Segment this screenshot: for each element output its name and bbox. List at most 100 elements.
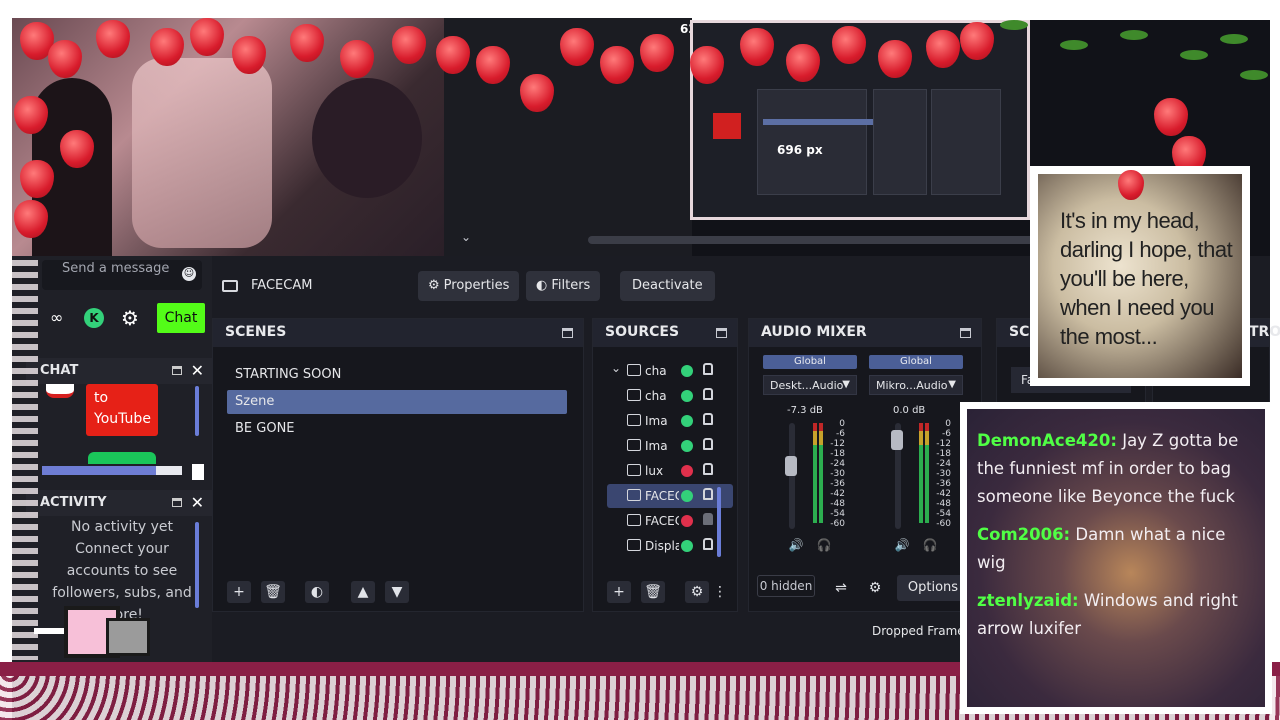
- audio-device-select[interactable]: Mikro...Audio ▼: [869, 375, 963, 395]
- db-scale-tick: -60: [936, 519, 951, 529]
- activity-dock-title: ACTIVITY: [40, 495, 107, 510]
- dropped-frames-status: Dropped Frames: [872, 624, 971, 638]
- gear-icon[interactable]: ⚙: [121, 306, 139, 330]
- mixer-settings-icon[interactable]: ⇌: [829, 577, 853, 599]
- add-source-button[interactable]: +: [607, 581, 631, 603]
- popout-icon[interactable]: [172, 366, 182, 375]
- source-name: cha: [645, 389, 667, 403]
- popout-icon[interactable]: [562, 328, 573, 338]
- trash-icon[interactable]: 🗑: [261, 581, 285, 603]
- volume-fader-knob[interactable]: [785, 455, 797, 476]
- chevron-down-icon[interactable]: ⌄: [611, 361, 621, 375]
- source-name: FACEC: [645, 514, 679, 528]
- headphones-icon[interactable]: 🎧: [921, 538, 939, 554]
- unlock-icon[interactable]: [703, 438, 713, 450]
- scene-item-selected[interactable]: Szene: [227, 390, 567, 414]
- popout-icon[interactable]: [172, 498, 182, 507]
- eye-icon[interactable]: [681, 415, 693, 427]
- source-item[interactable]: FACEC: [607, 509, 733, 533]
- eye-icon[interactable]: [681, 365, 693, 377]
- connect-button[interactable]: [88, 452, 156, 464]
- speaker-icon[interactable]: 🔊: [893, 538, 911, 554]
- unlock-icon[interactable]: [703, 488, 713, 500]
- eye-icon[interactable]: [681, 390, 693, 402]
- more-icon[interactable]: ⋮: [713, 581, 727, 603]
- source-name: Ima: [645, 439, 668, 453]
- lyrics-polaroid: It's in my head, darling I hope, that yo…: [1030, 166, 1250, 386]
- scene-item[interactable]: BE GONE: [227, 417, 567, 441]
- audio-device-select[interactable]: Deskt...Audio ▼: [763, 375, 857, 395]
- volume-fader-knob[interactable]: [891, 429, 903, 450]
- unlock-icon[interactable]: [703, 538, 713, 550]
- unlock-icon[interactable]: [703, 413, 713, 425]
- stream-chat-overlay: DemonAce420: Jay Z gotta be the funniest…: [960, 402, 1272, 714]
- options-button[interactable]: Options: [897, 575, 969, 601]
- chat-button[interactable]: Chat: [157, 303, 205, 333]
- preview-horizontal-scrollbar[interactable]: [588, 236, 1058, 244]
- db-scale-tick: -18: [830, 449, 845, 459]
- trash-icon[interactable]: 🗑: [641, 581, 665, 603]
- source-item[interactable]: lux: [607, 459, 733, 483]
- unlock-icon[interactable]: [703, 463, 713, 475]
- scene-item[interactable]: STARTING SOON: [227, 363, 567, 387]
- popout-icon[interactable]: [716, 328, 727, 338]
- source-item[interactable]: FACEC: [607, 484, 733, 508]
- db-scale-tick: -36: [936, 479, 951, 489]
- gear-icon[interactable]: ⚙: [685, 581, 709, 603]
- lock-icon[interactable]: [703, 513, 713, 525]
- scenes-title: SCENES: [225, 324, 287, 340]
- eye-icon[interactable]: [681, 540, 693, 552]
- db-scale-tick: -42: [830, 489, 845, 499]
- gear-icon[interactable]: ⚙: [863, 577, 887, 599]
- source-item[interactable]: ⌄ cha: [607, 359, 733, 383]
- eye-hidden-icon[interactable]: [681, 465, 693, 477]
- mini-size-label: 696 px: [777, 143, 823, 157]
- link-icon[interactable]: ∞: [50, 308, 63, 327]
- popout-icon[interactable]: [960, 328, 971, 338]
- camera-icon: [627, 514, 641, 526]
- audio-mixer-header: AUDIO MIXER: [749, 319, 981, 347]
- close-icon[interactable]: ✕: [191, 361, 204, 380]
- add-scene-button[interactable]: +: [227, 581, 251, 603]
- resize-handle[interactable]: [192, 464, 204, 480]
- eye-icon[interactable]: [681, 490, 693, 502]
- close-icon[interactable]: ✕: [191, 493, 204, 512]
- filter-icon[interactable]: ◐: [305, 581, 329, 603]
- properties-button[interactable]: ⚙ Properties: [418, 271, 520, 301]
- volume-fader-track[interactable]: [789, 423, 795, 529]
- sources-scrollbar[interactable]: [717, 487, 721, 557]
- source-item[interactable]: Displa: [607, 534, 733, 558]
- hidden-sources-button[interactable]: 0 hidden: [757, 575, 815, 597]
- speaker-icon[interactable]: 🔊: [787, 538, 805, 554]
- level-meter: [813, 423, 817, 523]
- eye-hidden-icon[interactable]: [681, 515, 693, 527]
- globe-icon: [627, 389, 641, 401]
- source-item[interactable]: Ima: [607, 409, 733, 433]
- move-up-icon[interactable]: ▲: [351, 581, 375, 603]
- selected-source-name: FACECAM: [251, 278, 313, 293]
- unlock-icon[interactable]: [703, 388, 713, 400]
- send-message-input[interactable]: Send a message ☺: [42, 260, 202, 290]
- source-item[interactable]: Ima: [607, 434, 733, 458]
- volume-db-readout: 0.0 dB: [893, 405, 926, 416]
- chat-dock-scrollbar[interactable]: [195, 386, 199, 436]
- youtube-connect-badge[interactable]: to YouTube: [86, 384, 158, 436]
- eye-icon[interactable]: [681, 440, 693, 452]
- mixer-channel: Global Deskt...Audio ▼ -7.3 dB 0 -6 -12 -18 -24-…: [763, 355, 863, 554]
- strawberry-icon: [1154, 98, 1188, 136]
- source-item[interactable]: cha: [607, 384, 733, 408]
- chat-message: Com2006: Damn what a nice wig: [977, 521, 1247, 577]
- folder-icon: [627, 364, 641, 376]
- stream-overlay-screen: 62 696 px ⌄ Send a message ☺ ∞ K ⚙ Chat …: [0, 0, 1280, 720]
- deactivate-button[interactable]: Deactivate: [620, 271, 715, 301]
- emoji-icon[interactable]: ☺: [182, 267, 196, 281]
- chevron-down-icon[interactable]: ⌄: [456, 230, 476, 250]
- kick-icon[interactable]: K: [84, 308, 104, 328]
- unlock-icon[interactable]: [703, 363, 713, 375]
- mini-sources-panel: [873, 89, 927, 195]
- db-scale-tick: -24: [830, 459, 845, 469]
- filters-button[interactable]: ◐ Filters: [526, 271, 601, 301]
- headphones-icon[interactable]: 🎧: [815, 538, 833, 554]
- move-down-icon[interactable]: ▼: [385, 581, 409, 603]
- activity-scrollbar[interactable]: [195, 522, 199, 608]
